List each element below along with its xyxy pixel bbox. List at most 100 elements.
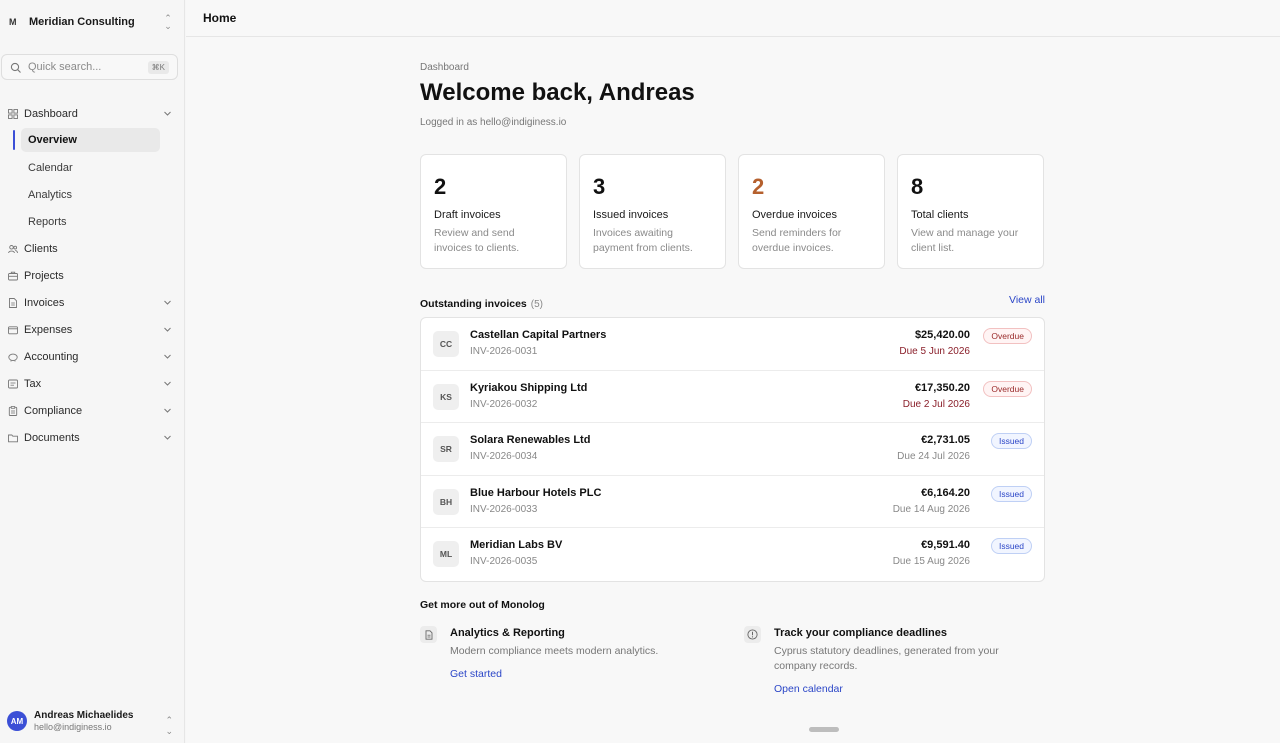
chevron-down-icon: [163, 433, 172, 442]
client-name: Castellan Capital Partners: [470, 329, 607, 341]
invoice-row[interactable]: BH Blue Harbour Hotels PLC INV-2026-0033…: [421, 476, 1044, 528]
clipboard-icon: [8, 405, 18, 416]
org-logo: M: [9, 17, 17, 27]
user-name: Andreas Michaelides: [34, 710, 134, 721]
sidebar-item-label: Compliance: [24, 404, 83, 417]
stat-card-clients[interactable]: 8 Total clients View and manage your cli…: [897, 154, 1044, 269]
stats-row: 2 Draft invoices Review and send invoice…: [420, 154, 1045, 269]
user-email: hello@indiginess.io: [34, 722, 112, 732]
stat-title: Total clients: [911, 209, 969, 221]
folder-icon: [8, 433, 18, 443]
receipt-icon: [8, 379, 18, 389]
sidebar-item-accounting[interactable]: Accounting: [0, 343, 185, 370]
sidebar-item-label: Tax: [24, 377, 42, 390]
chevron-up-down-icon: ⌃ ⌄: [164, 13, 172, 31]
client-initials: BH: [433, 488, 459, 515]
sidebar-item-label: Dashboard: [24, 107, 78, 120]
search-placeholder: Quick search...: [28, 61, 102, 73]
info-icon: [744, 626, 761, 643]
invoice-number: INV-2026-0033: [470, 503, 538, 515]
invoice-row[interactable]: ML Meridian Labs BV INV-2026-0035 €9,591…: [421, 528, 1044, 581]
more-section-title: Get more out of Monolog: [420, 599, 545, 611]
invoice-amount: €6,164.20: [921, 486, 970, 499]
invoice-amount: €9,591.40: [921, 539, 970, 551]
chevron-up-icon: [163, 109, 172, 118]
piggy-bank-icon: [8, 352, 18, 362]
sidebar-item-label: Projects: [24, 269, 64, 282]
invoice-row[interactable]: CC Castellan Capital Partners INV-2026-0…: [421, 318, 1044, 371]
client-initials: SR: [433, 436, 459, 462]
client-name: Meridian Labs BV: [470, 539, 563, 551]
client-name: Kyriakou Shipping Ltd: [470, 381, 588, 394]
section-title: Outstanding invoices: [420, 298, 527, 310]
tip-title: Track your compliance deadlines: [774, 627, 948, 639]
stat-card-overdue[interactable]: 2 Overdue invoices Send reminders for ov…: [738, 154, 885, 269]
topbar: Home: [186, 0, 1280, 37]
grid-icon: [8, 108, 18, 119]
sidebar-item-documents[interactable]: Documents: [0, 424, 185, 451]
search-input[interactable]: Quick search... ⌘K: [1, 54, 178, 80]
sidebar-item-tax[interactable]: Tax: [0, 370, 185, 397]
tip-description: Cyprus statutory deadlines, generated fr…: [774, 645, 999, 672]
stat-title: Draft invoices: [434, 209, 501, 221]
invoice-row[interactable]: KS Kyriakou Shipping Ltd INV-2026-0032 €…: [421, 371, 1044, 423]
invoice-row[interactable]: SR Solara Renewables Ltd INV-2026-0034 €…: [421, 423, 1044, 476]
page-eyebrow: Dashboard: [420, 62, 469, 73]
tip-title: Analytics & Reporting: [450, 627, 565, 639]
chevron-down-icon: [163, 379, 172, 388]
invoice-due: Due 15 Aug 2026: [892, 556, 970, 567]
status-badge: Overdue: [983, 328, 1032, 344]
sidebar-item-invoices[interactable]: Invoices: [0, 289, 185, 316]
invoice-number: INV-2026-0034: [470, 451, 538, 462]
search-shortcut: ⌘K: [147, 61, 169, 74]
invoice-amount: $25,420.00: [914, 329, 970, 341]
chevron-up-down-icon: ⌃ ⌄: [165, 715, 173, 736]
avatar: AM: [7, 711, 27, 731]
client-name: Solara Renewables Ltd: [470, 434, 591, 446]
stat-description: View and manage your client list.: [911, 227, 1019, 254]
sidebar-item-expenses[interactable]: Expenses: [0, 316, 185, 343]
view-all-link[interactable]: View all: [1009, 294, 1045, 306]
stat-description: Send reminders for overdue invoices.: [752, 227, 842, 254]
client-initials: CC: [433, 331, 459, 357]
main-panel: Home Dashboard Welcome back, Andreas Log…: [186, 0, 1280, 743]
open-calendar-link[interactable]: Open calendar: [774, 683, 843, 695]
stat-value: 8: [911, 174, 924, 199]
stat-value: 2: [434, 174, 447, 199]
sidebar-item-label: Invoices: [24, 296, 65, 309]
sidebar-item-projects[interactable]: Projects: [0, 262, 185, 289]
invoice-due: Due 2 Jul 2026: [902, 398, 970, 410]
stat-card-draft[interactable]: 2 Draft invoices Review and send invoice…: [420, 154, 567, 269]
stat-card-issued[interactable]: 3 Issued invoices Invoices awaiting paym…: [579, 154, 726, 269]
sidebar-item-label: Clients: [24, 242, 58, 255]
status-badge: Overdue: [983, 380, 1032, 397]
sidebar-item-overview[interactable]: Overview: [21, 128, 160, 152]
logged-in-text: Logged in as hello@indiginess.io: [420, 117, 567, 128]
sidebar-item-label: Documents: [24, 431, 80, 444]
status-badge: Issued: [990, 485, 1032, 502]
stat-value: 2: [752, 174, 765, 199]
briefcase-icon: [8, 271, 18, 281]
sidebar-item-calendar[interactable]: Calendar: [0, 154, 185, 181]
stat-description: Review and send invoices to clients.: [434, 227, 520, 254]
sidebar-item-compliance[interactable]: Compliance: [0, 397, 185, 424]
sidebar-item-dashboard[interactable]: Dashboard: [0, 100, 185, 127]
chevron-down-icon: [163, 406, 172, 415]
outstanding-header: Outstanding invoices (5) View all: [420, 294, 1045, 312]
breadcrumb: Home: [203, 11, 237, 25]
sidebar: M Meridian Consulting ⌃ ⌄ Quick search...…: [0, 0, 185, 743]
client-initials: KS: [433, 383, 459, 410]
chevron-down-icon: [163, 298, 172, 307]
user-menu[interactable]: AM Andreas Michaelides hello@indiginess.…: [0, 699, 185, 743]
get-started-link[interactable]: Get started: [450, 668, 502, 680]
scroll-handle[interactable]: [809, 727, 839, 732]
sidebar-item-analytics[interactable]: Analytics: [0, 181, 185, 208]
sidebar-item-clients[interactable]: Clients: [0, 235, 185, 262]
chevron-down-icon: [163, 352, 172, 361]
users-icon: [8, 244, 18, 254]
sidebar-item-reports[interactable]: Reports: [0, 208, 185, 235]
invoice-amount: €2,731.05: [921, 434, 970, 446]
org-switcher[interactable]: M Meridian Consulting ⌃ ⌄: [0, 0, 185, 44]
invoice-amount: €17,350.20: [914, 381, 970, 394]
status-badge: Issued: [990, 538, 1032, 554]
